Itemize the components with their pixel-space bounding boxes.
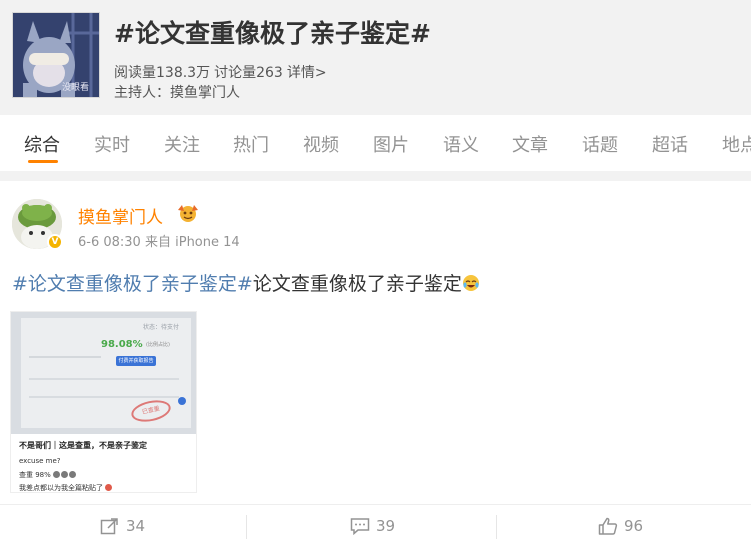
- image-caption-line: excuse me?: [19, 457, 61, 465]
- active-tab-indicator: [28, 160, 58, 163]
- image-caption-title: 不是哥们｜这是查重，不是亲子鉴定: [19, 441, 147, 450]
- avatar-caption: 没眼看: [61, 83, 89, 93]
- tab-semantic[interactable]: 语义: [443, 131, 479, 157]
- screenshot-photo: 状态：待支付 98.08% (比例占比) 付费并获取报告 已查重: [11, 312, 196, 434]
- crying-emoji-icon: [105, 484, 113, 491]
- forward-count: 34: [126, 517, 146, 535]
- post-image[interactable]: 状态：待支付 98.08% (比例占比) 付费并获取报告 已查重 不是哥们｜这是…: [10, 311, 197, 493]
- comment-count: 39: [376, 517, 396, 535]
- like-button[interactable]: 96: [598, 517, 643, 535]
- tab-places[interactable]: 地点: [722, 131, 751, 157]
- verified-badge: V: [47, 234, 63, 250]
- get-report-button: 付费并获取报告: [116, 356, 156, 366]
- action-divider: [0, 504, 751, 505]
- tab-images[interactable]: 图片: [373, 131, 409, 157]
- action-separator: [496, 515, 497, 539]
- topic-host: 主持人：摸鱼掌门人: [114, 85, 240, 101]
- divider: [29, 378, 179, 380]
- image-caption-line: 我差点都以为我全篇粘贴了: [19, 483, 113, 492]
- tab-articles[interactable]: 文章: [512, 131, 548, 157]
- tab-topics[interactable]: 话题: [582, 131, 618, 157]
- status-label: 状态：待支付: [143, 324, 180, 331]
- read-count: 阅读量138.3万: [114, 65, 211, 81]
- topic-title: #论文查重像极了亲子鉴定#: [114, 19, 431, 48]
- image-caption-line: 查重 98%: [19, 470, 77, 480]
- post-text: #论文查重像极了亲子鉴定#论文查重像极了亲子鉴定: [12, 269, 480, 296]
- post-time[interactable]: 6-6 08:30: [78, 235, 141, 250]
- tab-following[interactable]: 关注: [164, 131, 200, 157]
- action-separator: [246, 515, 247, 539]
- phone-icon: [178, 397, 186, 405]
- tab-comprehensive[interactable]: 综合: [24, 131, 60, 157]
- post-card: V 摸鱼掌门人 6-6 08:30 来自 iPhone 14 #论文查重像极了亲…: [0, 181, 751, 553]
- topic-header: 没眼看 #论文查重像极了亲子鉴定# 阅读量138.3万 讨论量263 详情> 主持人…: [0, 0, 751, 115]
- topic-stats: 阅读量138.3万 讨论量263 详情>: [114, 62, 331, 82]
- comment-icon: [350, 518, 370, 535]
- post-source: 来自 iPhone 14: [144, 235, 240, 250]
- monkey-emoji-icon: [69, 471, 77, 478]
- divider: [29, 396, 179, 398]
- divider: [29, 356, 101, 358]
- like-count: 96: [624, 517, 644, 535]
- comment-button[interactable]: 39: [350, 517, 395, 535]
- similarity-percent-sub: (比例占比): [146, 342, 170, 348]
- forward-button[interactable]: 34: [100, 517, 145, 535]
- laughing-tears-emoji-icon: [462, 275, 479, 291]
- monkey-emoji-icon: [61, 471, 69, 478]
- tab-hot[interactable]: 热门: [233, 131, 269, 157]
- hashtag-link[interactable]: #论文查重像极了亲子鉴定#: [12, 273, 253, 295]
- monkey-emoji-icon: [53, 471, 61, 478]
- similarity-percent: 98.08%: [101, 339, 143, 350]
- tab-bar: 综合 实时 关注 热门 视频 图片 语义 文章 话题 超话 地点: [0, 115, 751, 171]
- forward-icon: [100, 518, 118, 535]
- tab-super-topics[interactable]: 超话: [652, 131, 688, 157]
- tab-video[interactable]: 视频: [303, 131, 339, 157]
- thumbs-up-icon: [598, 517, 618, 535]
- post-meta: 6-6 08:30 来自 iPhone 14: [78, 231, 240, 250]
- post-body: 论文查重像极了亲子鉴定: [252, 273, 462, 295]
- author-name[interactable]: 摸鱼掌门人: [78, 203, 163, 228]
- fan-badge-icon: [175, 203, 201, 223]
- tab-realtime[interactable]: 实时: [94, 131, 130, 157]
- details-link[interactable]: 详情>: [287, 65, 327, 81]
- topic-avatar: 没眼看: [12, 12, 100, 98]
- discussion-count: 讨论量263: [214, 65, 283, 81]
